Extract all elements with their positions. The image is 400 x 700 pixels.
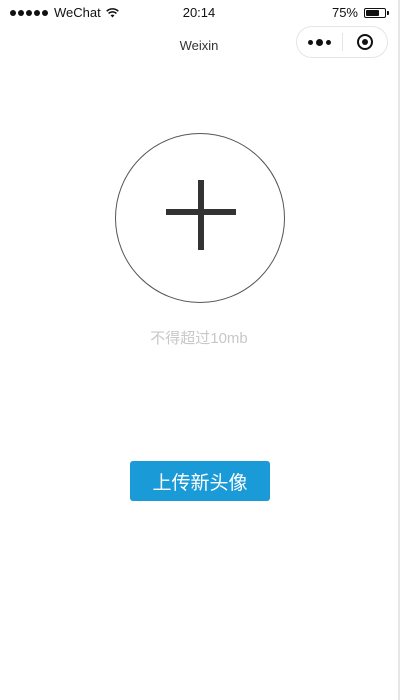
size-limit-hint: 不得超过10mb [150,330,248,347]
upload-new-avatar-button[interactable]: 上传新头像 [130,461,270,501]
avatar-upload-area[interactable] [115,133,285,303]
status-bar: WeChat 20:14 75% [0,0,398,26]
nav-bar: Weixin [0,26,398,66]
mini-program-capsule [296,26,388,58]
app-screen: WeChat 20:14 75% Weixin 不得超过10mb 上传新头像 [0,0,400,700]
more-button[interactable] [297,27,342,57]
status-right: 75% [331,5,389,20]
battery-fill [366,9,379,16]
more-dots-icon [307,38,331,46]
battery-cap [387,10,389,15]
close-ring-icon [356,34,373,50]
close-button[interactable] [343,27,388,57]
plus-icon [166,180,236,250]
battery-icon [364,7,389,18]
battery-percent: 75% [331,5,358,20]
